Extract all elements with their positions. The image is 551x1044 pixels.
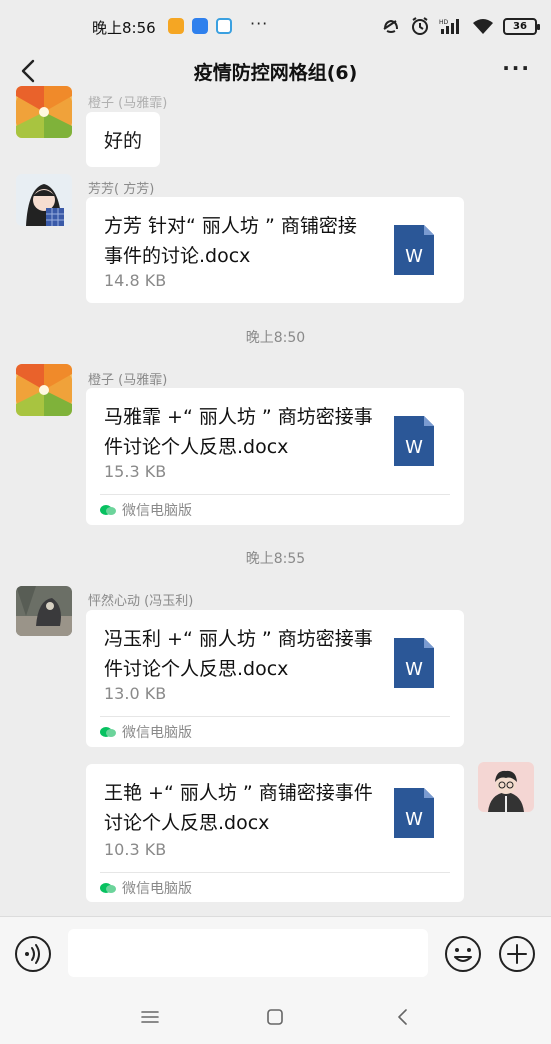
input-bar — [0, 916, 551, 988]
file-source-label: 微信电脑版 — [122, 503, 192, 519]
word-file-icon: W — [394, 788, 434, 838]
timestamp: 晚上8:55 — [245, 551, 306, 567]
svg-text:W: W — [405, 809, 423, 830]
plus-icon[interactable] — [498, 935, 536, 973]
avatar[interactable] — [16, 86, 72, 138]
avatar[interactable] — [16, 586, 72, 636]
file-source-label: 微信电脑版 — [122, 881, 192, 897]
avatar[interactable] — [16, 174, 72, 226]
word-file-icon: W — [394, 225, 434, 275]
menu-button[interactable] — [135, 1002, 165, 1032]
file-message-card[interactable]: 方芳 针对“ 丽人坊 ” 商铺密接事件的讨论.docx 14.8 KB W — [86, 197, 464, 303]
wifi-icon — [473, 19, 493, 34]
home-icon — [267, 1009, 283, 1025]
avatar[interactable] — [478, 762, 534, 812]
file-size: 10.3 KB — [104, 840, 167, 859]
status-icons: HD 36 — [381, 14, 540, 38]
svg-text:W: W — [405, 246, 423, 267]
emoji-icon[interactable] — [444, 935, 482, 973]
alarm-icon — [412, 17, 428, 35]
avatar[interactable] — [16, 364, 72, 416]
file-name: 王艳 +“ 丽人坊 ” 商铺密接事件讨论个人反思.docx — [104, 782, 373, 834]
file-size: 13.0 KB — [104, 684, 167, 703]
battery-icon: 36 — [503, 17, 540, 35]
system-nav-bar — [0, 988, 551, 1044]
file-source-label: 微信电脑版 — [122, 725, 192, 741]
divider — [100, 494, 450, 495]
status-bar: 晚上8:56 ··· HD 36 — [0, 0, 551, 52]
file-size: 14.8 KB — [104, 271, 167, 290]
chat-title: 疫情防控网格组(6) — [193, 62, 358, 84]
file-message-card[interactable]: 冯玉利 +“ 丽人坊 ” 商坊密接事件讨论个人反思.docx 13.0 KB W… — [86, 610, 464, 747]
svg-text:HD: HD — [439, 19, 449, 26]
message-input[interactable] — [68, 929, 428, 977]
wechat-pc-icon — [100, 505, 116, 515]
file-message-card[interactable]: 王艳 +“ 丽人坊 ” 商铺密接事件讨论个人反思.docx 10.3 KB W … — [86, 764, 464, 902]
file-name: 冯玉利 +“ 丽人坊 ” 商坊密接事件讨论个人反思.docx — [104, 628, 373, 680]
home-button[interactable] — [260, 1002, 290, 1032]
message-bubble[interactable]: 好的 — [86, 112, 161, 167]
file-message-card[interactable]: 马雅霏 +“ 丽人坊 ” 商坊密接事件讨论个人反思.docx 15.3 KB W… — [86, 388, 464, 525]
word-file-icon: W — [394, 416, 434, 466]
sender-name: 怦然心动 (冯玉利) — [88, 594, 194, 609]
nav-back-button[interactable] — [387, 1002, 417, 1032]
notification-app-icon — [216, 18, 232, 34]
notification-app-icon — [192, 18, 208, 34]
status-more-icon: ··· — [250, 14, 269, 33]
file-name: 方芳 针对“ 丽人坊 ” 商铺密接事件的讨论.docx — [104, 215, 357, 267]
wechat-pc-icon — [100, 727, 116, 737]
message-text: 好的 — [104, 130, 143, 152]
divider — [100, 716, 450, 717]
svg-text:W: W — [405, 659, 423, 680]
sender-name: 芳芳( 方芳) — [88, 182, 155, 197]
voice-icon[interactable] — [14, 935, 52, 973]
chat-header: 疫情防控网格组(6) ··· — [0, 52, 551, 92]
file-source: 微信电脑版 — [100, 500, 192, 520]
file-name: 马雅霏 +“ 丽人坊 ” 商坊密接事件讨论个人反思.docx — [104, 406, 373, 458]
file-source: 微信电脑版 — [100, 722, 192, 742]
file-size: 15.3 KB — [104, 462, 167, 481]
divider — [100, 872, 450, 873]
notification-app-icon — [168, 18, 184, 34]
sender-name: 橙子 (马雅霏) — [88, 96, 168, 111]
wechat-pc-icon — [100, 883, 116, 893]
timestamp: 晚上8:50 — [245, 330, 306, 346]
nav-back-icon — [398, 1009, 407, 1025]
mute-icon — [383, 19, 398, 33]
signal-icon: HD — [439, 19, 459, 34]
file-source: 微信电脑版 — [100, 878, 192, 898]
status-time: 晚上8:56 — [92, 19, 156, 37]
svg-text:W: W — [405, 437, 423, 458]
sender-name: 橙子 (马雅霏) — [88, 373, 168, 388]
more-icon[interactable]: ··· — [502, 56, 531, 80]
menu-icon — [141, 1011, 159, 1023]
word-file-icon: W — [394, 638, 434, 688]
